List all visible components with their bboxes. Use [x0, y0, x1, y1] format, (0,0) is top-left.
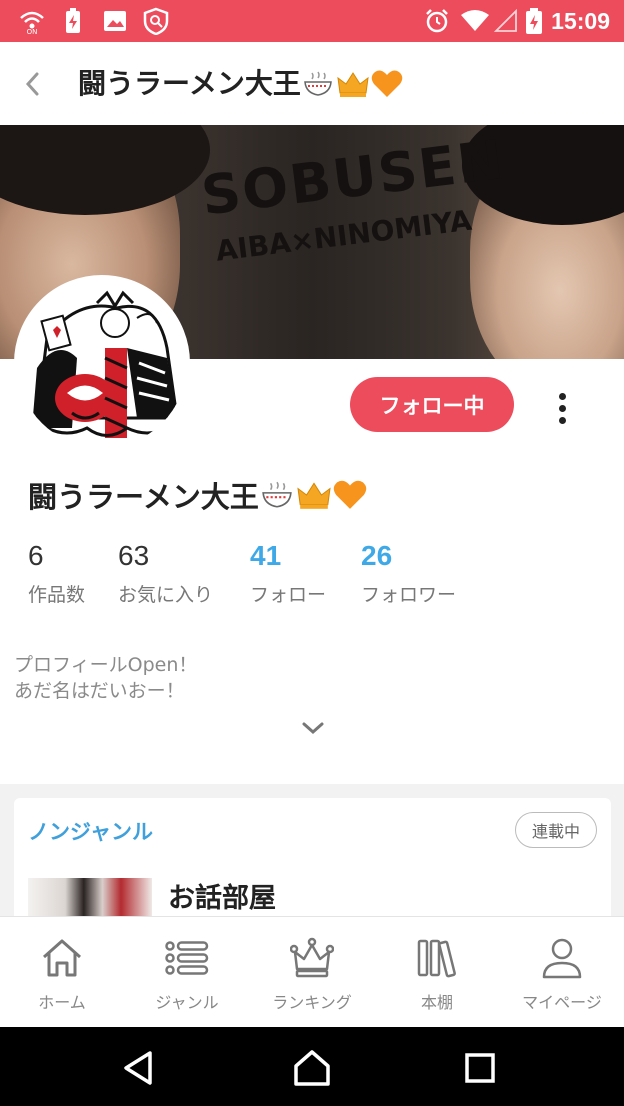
app-header: 闘うラーメン大王 [0, 42, 624, 125]
nav-mypage-label: マイページ [522, 993, 602, 1012]
orange-heart-icon [371, 70, 403, 97]
work-genre[interactable]: ノンジャンル [28, 816, 153, 846]
stat-works-value: 6 [28, 540, 44, 571]
more-vertical-icon-dot [558, 416, 566, 424]
bio-line: あだ名はだいおー！ [14, 680, 185, 702]
serializing-badge: 連載中 [515, 812, 597, 848]
cell-signal-icon [494, 7, 518, 35]
svg-text:ON: ON [27, 28, 38, 34]
crown-icon [297, 482, 331, 509]
status-time: 15:09 [551, 8, 610, 34]
user-icon [538, 935, 586, 981]
system-navigation-bar [0, 1027, 624, 1106]
stat-following[interactable]: 41 フォロー [250, 536, 326, 608]
stat-followers-value: 26 [361, 540, 393, 571]
list-icon [163, 935, 211, 981]
page-title-text: 闘うラーメン大王 [78, 67, 301, 100]
crown-icon [337, 72, 369, 97]
nav-home-label: ホーム [38, 993, 86, 1012]
system-home-button[interactable] [282, 1043, 342, 1093]
chevron-down-icon [302, 722, 324, 735]
shield-app-icon [142, 7, 170, 35]
back-button[interactable] [14, 64, 50, 104]
home-icon [38, 935, 86, 981]
page-title: 闘うラーメン大王 [78, 64, 403, 104]
bookshelf-icon [413, 935, 461, 981]
more-vertical-icon-dot [558, 404, 566, 412]
nav-ranking-label: ランキング [272, 993, 352, 1012]
bio-line: プロフィールOpen！ [14, 654, 198, 676]
home-outline-icon [294, 1050, 330, 1086]
nav-genre-label: ジャンル [155, 993, 219, 1012]
battery-charging-icon [524, 7, 544, 35]
stat-followers[interactable]: 26 フォロワー [361, 536, 456, 608]
banner-hair-left [0, 125, 210, 215]
nav-ranking[interactable]: ランキング [250, 917, 374, 1028]
bottom-navigation: ホーム ジャンル ランキング 本棚 マイページ [0, 916, 624, 1027]
nav-bookshelf-label: 本棚 [420, 993, 453, 1012]
nav-home[interactable]: ホーム [0, 917, 124, 1028]
system-back-button[interactable] [108, 1043, 168, 1093]
nav-bookshelf[interactable]: 本棚 [375, 917, 499, 1028]
chevron-left-icon [25, 72, 39, 96]
status-bar: ON 15:09 [0, 0, 624, 42]
crown-outline-icon [288, 935, 336, 981]
system-recents-button[interactable] [450, 1043, 510, 1093]
stat-works[interactable]: 6 作品数 [28, 536, 85, 608]
work-title[interactable]: お話部屋 [168, 876, 276, 915]
profile-name: 闘うラーメン大王 [28, 474, 367, 516]
image-icon [102, 7, 128, 35]
triangle-back-icon [124, 1051, 152, 1085]
nav-genre[interactable]: ジャンル [125, 917, 249, 1028]
stat-following-value: 41 [250, 540, 282, 571]
profile-name-text: 闘うラーメン大王 [28, 480, 259, 514]
ramen-bowl-icon [304, 71, 332, 96]
stat-favorites-label: お気に入り [118, 584, 214, 606]
stat-followers-label: フォロワー [361, 584, 457, 606]
nav-mypage[interactable]: マイページ [500, 917, 624, 1028]
stat-favorites-value: 63 [118, 540, 150, 571]
more-vertical-icon-dot [558, 392, 566, 400]
avatar[interactable] [14, 275, 190, 451]
stat-favorites[interactable]: 63 お気に入り [118, 536, 213, 608]
square-recents-icon [465, 1053, 495, 1083]
battery-saver-icon [62, 7, 84, 35]
expand-bio-button[interactable] [296, 712, 330, 744]
wifi-calling-icon: ON [18, 7, 46, 35]
avatar-illustration [17, 278, 187, 448]
stat-following-label: フォロー [250, 584, 327, 606]
wifi-icon [460, 7, 490, 35]
alarm-icon [424, 7, 450, 35]
stat-works-label: 作品数 [28, 584, 86, 606]
orange-heart-icon [333, 480, 367, 509]
profile-bio: プロフィールOpen！ あだ名はだいおー！ [14, 652, 197, 704]
following-button[interactable]: フォロー中 [350, 377, 514, 432]
ramen-bowl-icon [262, 481, 292, 508]
more-options-button[interactable] [546, 388, 578, 428]
